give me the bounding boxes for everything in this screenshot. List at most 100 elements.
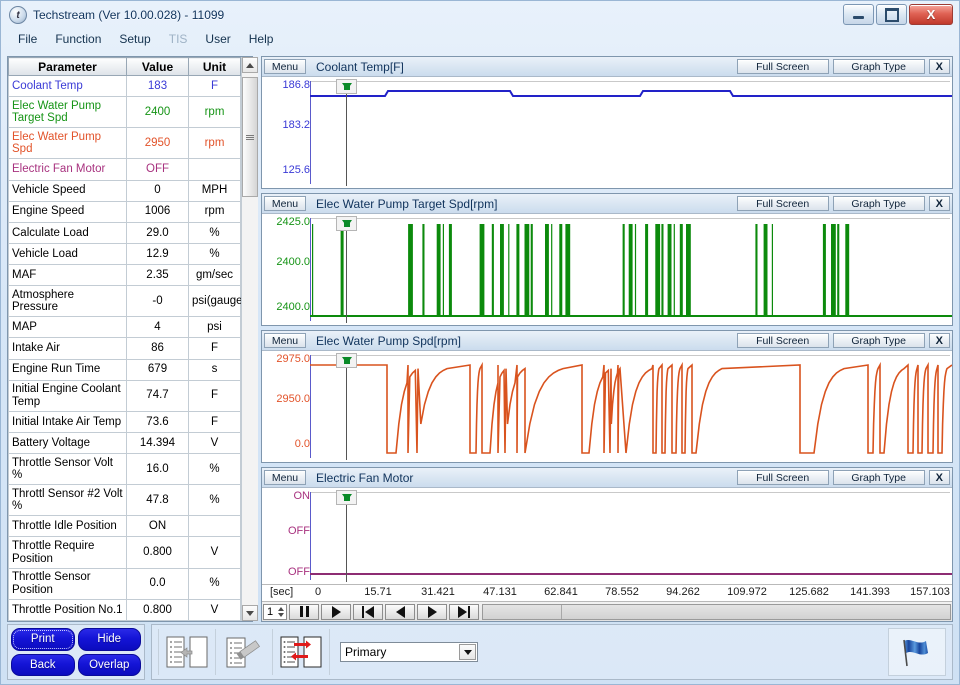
back-button[interactable]: Back <box>11 653 75 676</box>
cursor-down-arrow-icon <box>341 357 352 364</box>
table-row[interactable]: MAP 4 psi <box>8 316 241 339</box>
cell-parameter: Engine Speed <box>8 200 127 223</box>
pause-button[interactable] <box>289 603 319 620</box>
cell-value: 1006 <box>126 200 189 223</box>
panel-close-button[interactable]: X <box>928 196 950 211</box>
table-row[interactable]: Battery Voltage 14.394 V <box>8 431 241 455</box>
minimize-button[interactable] <box>843 4 874 25</box>
full-screen-button[interactable]: Full Screen <box>736 59 829 74</box>
menu-item-file[interactable]: File <box>9 31 46 47</box>
full-screen-button[interactable]: Full Screen <box>736 196 829 211</box>
table-row[interactable]: Elec Water Pump Target Spd 2400 rpm <box>8 96 241 129</box>
column-header-value[interactable]: Value <box>126 57 189 76</box>
spinner-down-icon[interactable] <box>277 612 284 617</box>
table-row[interactable]: Vehicle Load 12.9% <box>8 242 241 266</box>
table-row[interactable]: Electric Fan Motor OFF <box>8 158 241 181</box>
cursor-handle[interactable] <box>336 216 357 231</box>
play-button[interactable] <box>321 603 351 620</box>
plot-area-pump-spd[interactable]: 2975.0 2950.0 0.0 <box>262 351 952 462</box>
time-tick-3: 47.131 <box>483 586 517 598</box>
close-button[interactable]: X <box>909 4 953 25</box>
cursor-handle[interactable] <box>336 353 357 368</box>
graph-type-button[interactable]: Graph Type <box>832 196 925 211</box>
table-row[interactable]: Throttle Idle Position ON <box>8 515 241 538</box>
plot-area-coolant-temp[interactable]: 186.8 183.2 125.6 <box>262 77 952 188</box>
maximize-button[interactable] <box>876 4 907 25</box>
table-row[interactable]: Coolant Temp 183 F <box>8 74 241 98</box>
table-row[interactable]: Intake Air 86 F <box>8 337 241 360</box>
menu-item-setup[interactable]: Setup <box>110 31 159 47</box>
cursor-line[interactable] <box>346 492 347 582</box>
table-row[interactable]: Engine Speed 1006 rpm <box>8 200 241 223</box>
table-row[interactable]: Engine Run Time 679 s <box>8 358 241 381</box>
panel-menu-button[interactable]: Menu <box>264 196 306 211</box>
cell-unit: rpm <box>188 96 241 129</box>
playback-timeline-track[interactable] <box>482 603 951 620</box>
panel-menu-button[interactable]: Menu <box>264 59 306 74</box>
skip-end-button[interactable] <box>449 603 479 620</box>
parameter-table-scrollbar[interactable] <box>241 57 258 621</box>
panel-close-button[interactable]: X <box>928 333 950 348</box>
cursor-handle[interactable] <box>336 490 357 505</box>
panel-close-button[interactable]: X <box>928 470 950 485</box>
table-row[interactable]: Throttle Position No.1 0.800 V <box>8 598 241 621</box>
compare-list-button[interactable] <box>273 629 330 675</box>
plot-area-pump-target-spd[interactable]: 2425.0 2400.0 2400.0 <box>262 214 952 325</box>
table-row[interactable]: Initial Engine Coolant Temp 74.7 F <box>8 379 241 412</box>
table-row[interactable]: Initial Intake Air Temp 73.6 F <box>8 410 241 433</box>
table-row[interactable]: Calculate Load 29.0% <box>8 221 241 244</box>
menu-item-user[interactable]: User <box>196 31 239 47</box>
panel-menu-button[interactable]: Menu <box>264 470 306 485</box>
spinner-up-icon[interactable] <box>277 606 284 611</box>
panel-close-button[interactable]: X <box>928 59 950 74</box>
time-tick-2: 31.421 <box>421 586 455 598</box>
step-back-button[interactable] <box>385 603 415 620</box>
menu-item-help[interactable]: Help <box>240 31 283 47</box>
plot-area-fan-motor[interactable]: ON OFF OFF <box>262 488 952 584</box>
panel-menu-button[interactable]: Menu <box>264 333 306 348</box>
time-tick-0: 0 <box>314 586 322 598</box>
cell-value: 183 <box>126 74 189 98</box>
step-forward-button[interactable] <box>417 603 447 620</box>
table-row[interactable]: Throttle Require Position 0.800 V <box>8 536 241 569</box>
edit-list-button[interactable] <box>216 629 273 675</box>
column-header-parameter[interactable]: Parameter <box>8 57 127 76</box>
copy-to-list-button[interactable] <box>158 629 216 675</box>
cell-parameter: Throttle Idle Position <box>8 515 127 538</box>
playback-speed-input[interactable]: 1 <box>263 603 287 620</box>
dropdown-arrow-button[interactable] <box>459 644 476 660</box>
table-row[interactable]: Throttle Sensor Volt % 16.0% <box>8 453 241 486</box>
graph-type-button[interactable]: Graph Type <box>832 470 925 485</box>
graph-panel-toolbar: Menu Elec Water Pump Spd[rpm] Full Scree… <box>262 331 952 351</box>
overlap-button[interactable]: Overlap <box>77 653 141 676</box>
table-row[interactable]: MAF 2.35 gm/sec <box>8 264 241 287</box>
spinner-arrows[interactable] <box>276 605 285 619</box>
data-source-select[interactable]: Primary <box>340 642 478 662</box>
full-screen-button[interactable]: Full Screen <box>736 470 829 485</box>
scrollbar-track[interactable] <box>242 73 258 605</box>
print-button[interactable]: Print <box>11 628 75 651</box>
graph-type-button[interactable]: Graph Type <box>832 333 925 348</box>
scroll-down-button[interactable] <box>242 605 258 621</box>
table-row[interactable]: Throttl Sensor #2 Volt % 47.8% <box>8 484 241 517</box>
time-axis-unit-label: [sec] <box>270 586 294 598</box>
full-screen-button[interactable]: Full Screen <box>736 333 829 348</box>
table-row[interactable]: Elec Water Pump Spd 2950 rpm <box>8 127 241 160</box>
skip-start-button[interactable] <box>353 603 383 620</box>
table-row[interactable]: Vehicle Speed 0 MPH <box>8 179 241 202</box>
cursor-line[interactable] <box>346 355 347 460</box>
hide-button[interactable]: Hide <box>77 628 141 651</box>
cursor-line[interactable] <box>346 81 347 186</box>
graph-type-button[interactable]: Graph Type <box>832 59 925 74</box>
scrollbar-thumb[interactable] <box>242 77 258 197</box>
chevron-down-icon <box>246 610 254 616</box>
cursor-line[interactable] <box>346 218 347 323</box>
y-tick-mid: OFF <box>288 525 310 537</box>
scroll-up-button[interactable] <box>242 57 258 73</box>
table-row[interactable]: Throttle Sensor Position 0.0% <box>8 567 241 600</box>
cell-unit: V <box>188 536 241 569</box>
column-header-unit[interactable]: Unit <box>188 57 241 76</box>
table-row[interactable]: Atmosphere Pressure -0 psi(gauge) <box>8 285 241 318</box>
menu-item-function[interactable]: Function <box>46 31 110 47</box>
cursor-handle[interactable] <box>336 79 357 94</box>
